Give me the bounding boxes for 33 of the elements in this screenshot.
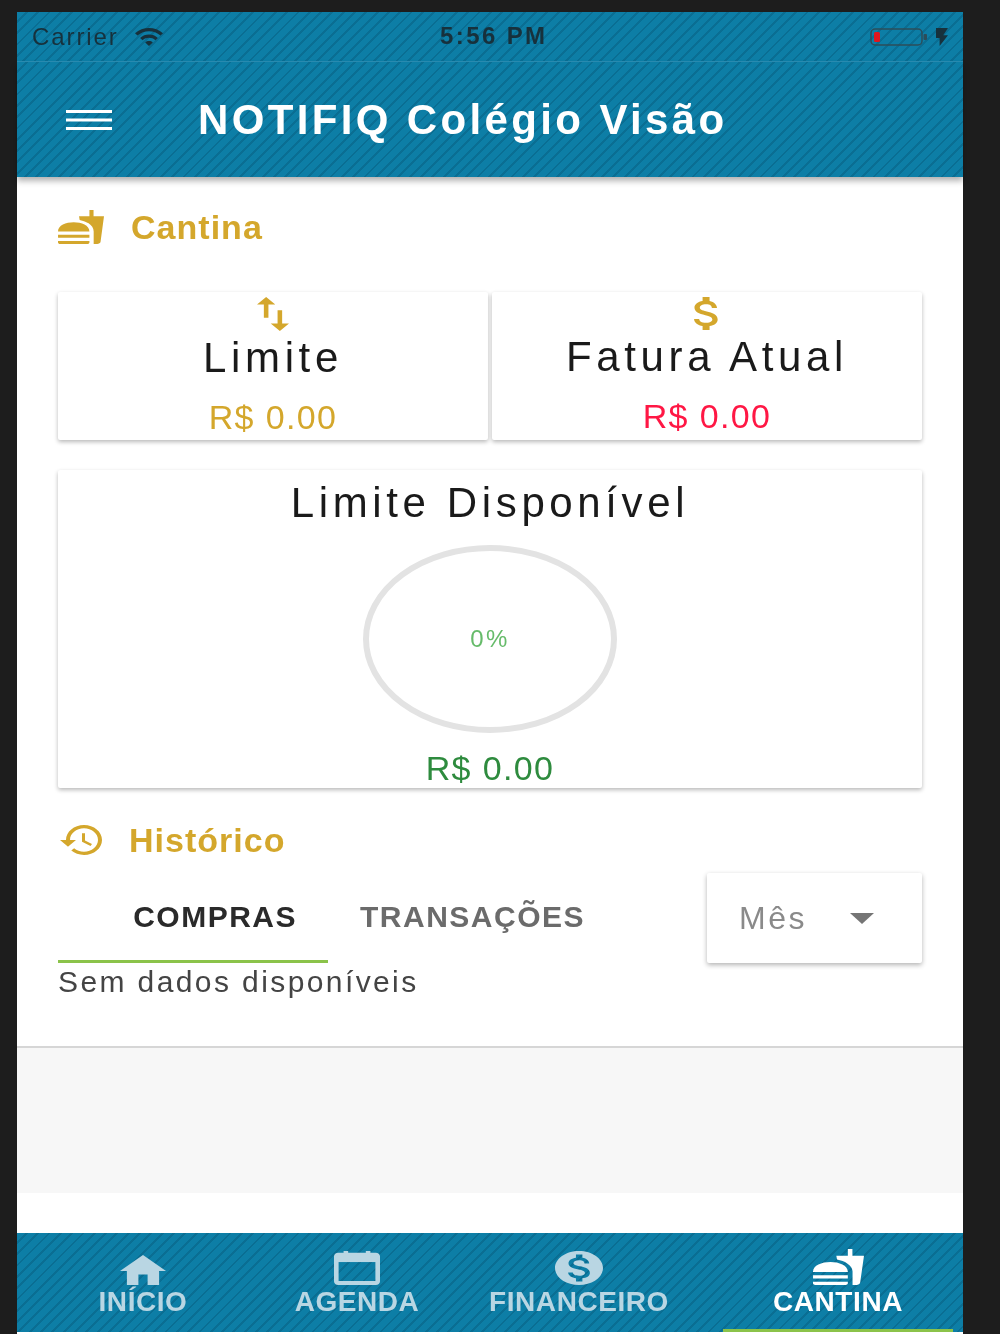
card-amount: R$ 0.00 <box>642 396 772 436</box>
menu-icon <box>66 109 112 130</box>
calendar-icon <box>334 1251 380 1285</box>
swap-arrows-icon <box>257 297 289 331</box>
nav-tab[interactable]: CANTINA <box>723 1233 953 1332</box>
menu-button[interactable] <box>66 109 112 130</box>
status-time: 5:56 PM <box>440 22 548 50</box>
nav-tab[interactable]: INÍCIO <box>27 1233 259 1332</box>
nav-tab[interactable]: FINANCEIRO <box>455 1233 703 1332</box>
burger-drink-icon <box>812 1249 864 1285</box>
nav-tab[interactable]: AGENDA <box>279 1233 435 1332</box>
burger-drink-icon <box>58 210 104 244</box>
app-title: NOTIFIQ Colégio Visão <box>198 94 728 145</box>
progress-percent: 0% <box>470 624 510 653</box>
empty-message: Sem dados disponíveis <box>58 967 419 997</box>
period-select[interactable]: Mês <box>707 873 922 963</box>
history-icon <box>60 825 102 855</box>
home-icon <box>120 1255 166 1285</box>
caret-icon <box>850 912 874 924</box>
history-tab[interactable]: TRANSAÇÕES <box>328 873 616 963</box>
wifi-icon <box>134 27 163 46</box>
history-tab[interactable]: COMPRAS <box>58 873 328 963</box>
card-title: Limite <box>203 334 343 382</box>
card-title: Fatura Atual <box>566 333 848 381</box>
charging-icon <box>936 27 948 46</box>
available-amount: R$ 0.00 <box>425 748 555 788</box>
carrier-text: Carrier <box>32 22 119 51</box>
section-title: Cantina <box>131 207 263 247</box>
section-title: Histórico <box>129 820 286 860</box>
dollar-icon <box>694 297 720 330</box>
card-title: Limite Disponível <box>290 478 690 528</box>
card-amount: R$ 0.00 <box>208 397 338 437</box>
battery-icon <box>870 27 928 46</box>
